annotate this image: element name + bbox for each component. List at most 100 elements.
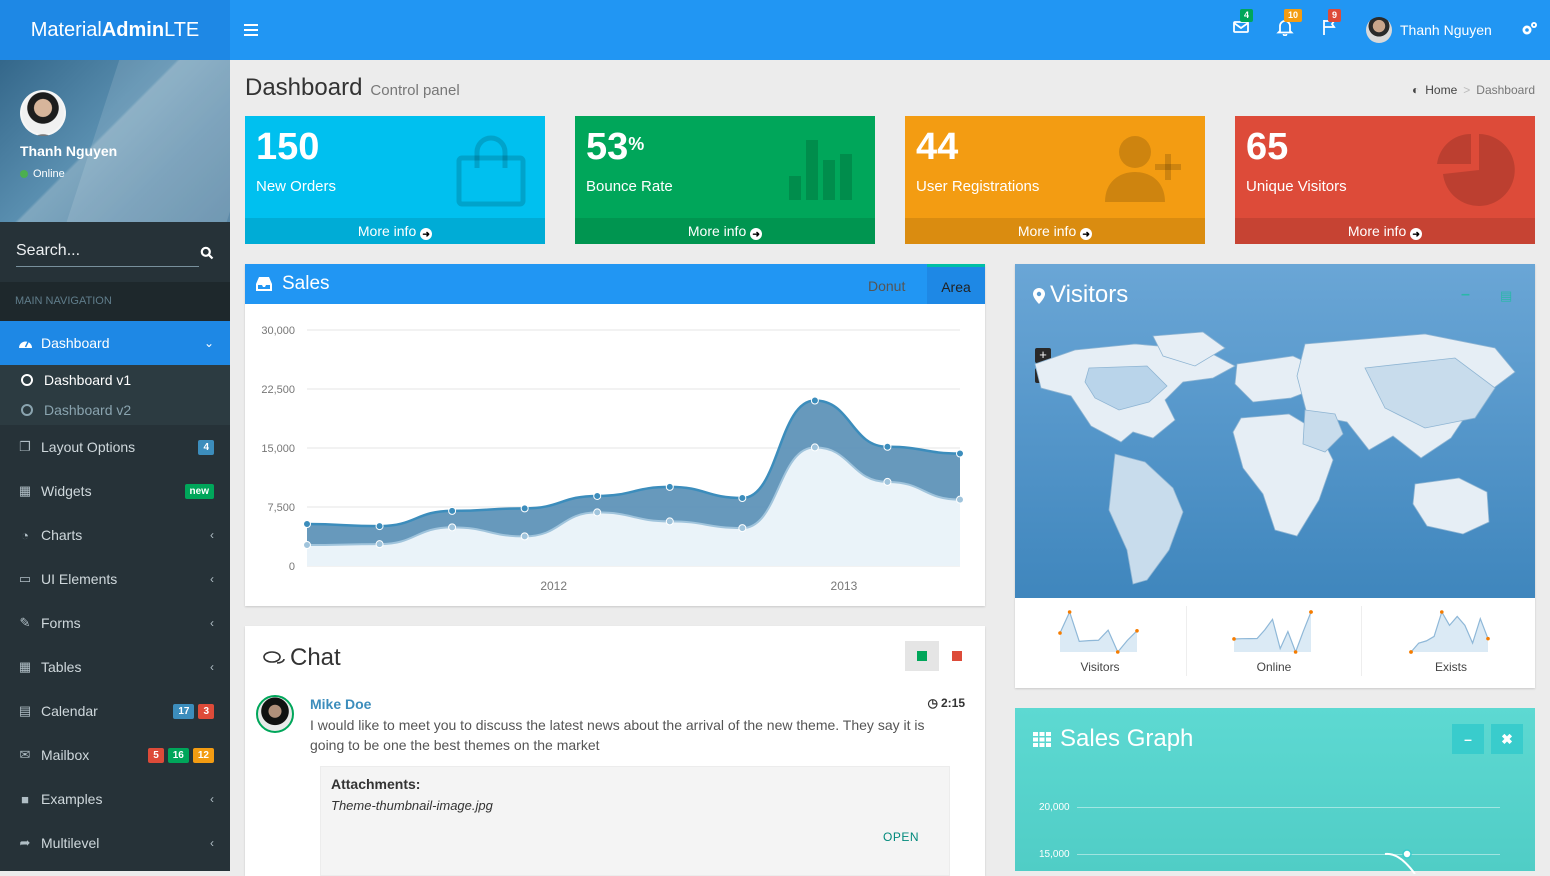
tab-donut[interactable]: Donut [868,278,905,294]
sparkline-visitors-chart [1058,610,1139,654]
notifications-badge: 10 [1284,9,1303,22]
divider [1186,606,1187,676]
sidebar-item-dashboard[interactable]: Dashboard ⌄ [0,321,230,365]
data-point [883,477,892,486]
search-input[interactable] [16,240,199,267]
sidebar-item-label: UI Elements [41,571,118,587]
sales-graph-title: Sales Graph [1060,725,1194,752]
sidebar-item-mailbox[interactable]: ✉ Mailbox 5 16 12 [0,733,230,777]
sales-graph-card: Sales Graph – ✖ 20,000 15,000 [1015,708,1535,874]
sales-graph-ytick: 15,000 [1039,849,1070,860]
chat-status-red-button[interactable] [940,641,974,671]
data-point [448,523,457,532]
stat-value: 65 [1246,126,1289,168]
stat-label: User Registrations [916,178,1040,195]
chat-status-green-button[interactable] [905,641,939,671]
circle-icon [21,404,33,416]
page-subtitle: Control panel [370,82,460,99]
folder-icon: ■ [21,791,29,807]
notifications-button[interactable]: 10 [1276,9,1303,40]
gears-icon [1522,22,1537,35]
brand-logo[interactable]: MaterialAdminLTE [0,0,230,60]
message-author[interactable]: Mike Doe [310,696,371,712]
stat-value: 53% [586,126,644,169]
control-sidebar-button[interactable] [1520,20,1538,41]
sidebar-toggle-icon[interactable] [244,21,258,39]
sparkline-label: Exists [1434,660,1467,674]
header-user-name: Thanh Nguyen [1400,22,1492,38]
sidebar-subitem-dashboard-v1[interactable]: Dashboard v1 [0,365,230,395]
x-tick-label: 2012 [540,579,567,593]
user-menu[interactable]: Thanh Nguyen [1366,16,1492,44]
sparkline-point [1067,610,1072,614]
circle-icon [21,374,33,386]
message-avatar [256,695,294,733]
data-point [738,494,747,503]
mailbox-badge-green: 16 [167,747,189,763]
square-icon [917,651,927,661]
y-tick-label: 7,500 [267,502,295,514]
sidebar-item-tables[interactable]: ▦ Tables ‹ [0,645,230,689]
arrow-circle-right-icon: ➜ [1080,228,1093,240]
user-panel: Thanh Nguyen Online [0,60,230,222]
y-tick-label: 30,000 [261,325,295,337]
arrow-circle-right-icon: ➜ [420,228,433,240]
sidebar-item-layout-options[interactable]: ❐ Layout Options 4 [0,425,230,469]
chevron-left-icon: ‹ [210,616,214,630]
envelope-icon: ✉ [19,747,31,762]
sidebar-item-charts[interactable]: ◔ Charts ‹ [0,513,230,557]
remove-button[interactable]: ✖ [1491,724,1523,754]
sparkline-online: Online [1189,606,1359,684]
chevron-left-icon: ‹ [210,572,214,586]
world-map-shapes [1034,331,1516,585]
attachment-header: Attachments: [331,776,421,792]
stat-more-info-link[interactable]: More info ➜ [245,218,545,244]
table-icon: ▦ [18,659,32,674]
chevron-left-icon: ‹ [210,660,214,674]
brand-post: LTE [164,19,200,41]
dashboard-submenu: Dashboard v1 Dashboard v2 [0,365,230,425]
stat-more-info-link[interactable]: More info ➜ [1235,218,1535,244]
tab-area[interactable]: Area [927,264,985,304]
data-point [665,482,674,491]
files-icon: ❐ [19,439,31,454]
sidebar-item-forms[interactable]: ✎ Forms ‹ [0,601,230,645]
sidebar-subitem-dashboard-v2[interactable]: Dashboard v2 [0,395,230,425]
sidebar-item-ui-elements[interactable]: ▭ UI Elements ‹ [0,557,230,601]
brand-bold: Admin [101,19,165,41]
arrow-circle-right-icon: ➜ [1410,228,1423,240]
search-icon[interactable] [200,246,214,263]
visitors-card: Visitors – ▤ + − [1015,264,1535,688]
stat-more-info-link[interactable]: More info ➜ [575,218,875,244]
stat-more-info-link[interactable]: More info ➜ [905,218,1205,244]
collapse-button[interactable]: – [1452,724,1484,754]
data-point [956,495,964,504]
bar-chart-icon [789,140,852,200]
stat-number: 53 [586,126,629,168]
sales-card-header: Sales Donut Area [245,264,985,304]
calendar-icon[interactable]: ▤ [1500,288,1512,304]
attachment-filename: Theme-thumbnail-image.jpg [331,798,493,813]
page-title-text: Dashboard [245,74,363,101]
sidebar-item-widgets[interactable]: ▦ Widgets new [0,469,230,513]
world-map[interactable]: Visitors – ▤ + − [1015,264,1535,598]
data-point [593,508,602,517]
sidebar-item-multilevel[interactable]: ➦ Multilevel ‹ [0,821,230,865]
sidebar-user-name: Thanh Nguyen [20,143,118,159]
collapse-icon[interactable]: – [1461,286,1470,304]
data-point [810,443,819,452]
sidebar-item-calendar[interactable]: ▤ Calendar 17 3 [0,689,230,733]
breadcrumb-home[interactable]: Home [1425,83,1457,97]
sales-card: Sales Donut Area 0 7,500 15,000 22,500 30,00… [245,264,985,606]
grid-icon [1033,732,1051,747]
user-add-icon [1105,136,1181,202]
stat-box-bounce: 53% Bounce Rate More info ➜ [575,116,875,244]
sales-graph-line [1384,849,1416,874]
attachment-open-button[interactable]: OPEN [883,830,919,844]
sidebar-item-examples[interactable]: ■ Examples ‹ [0,777,230,821]
sparkline-point [1486,636,1490,641]
arrow-circle-right-icon: ➜ [750,228,763,240]
messages-button[interactable]: 4 [1232,9,1254,40]
tasks-button[interactable]: 9 [1320,9,1342,40]
chevron-left-icon: ‹ [210,528,214,542]
